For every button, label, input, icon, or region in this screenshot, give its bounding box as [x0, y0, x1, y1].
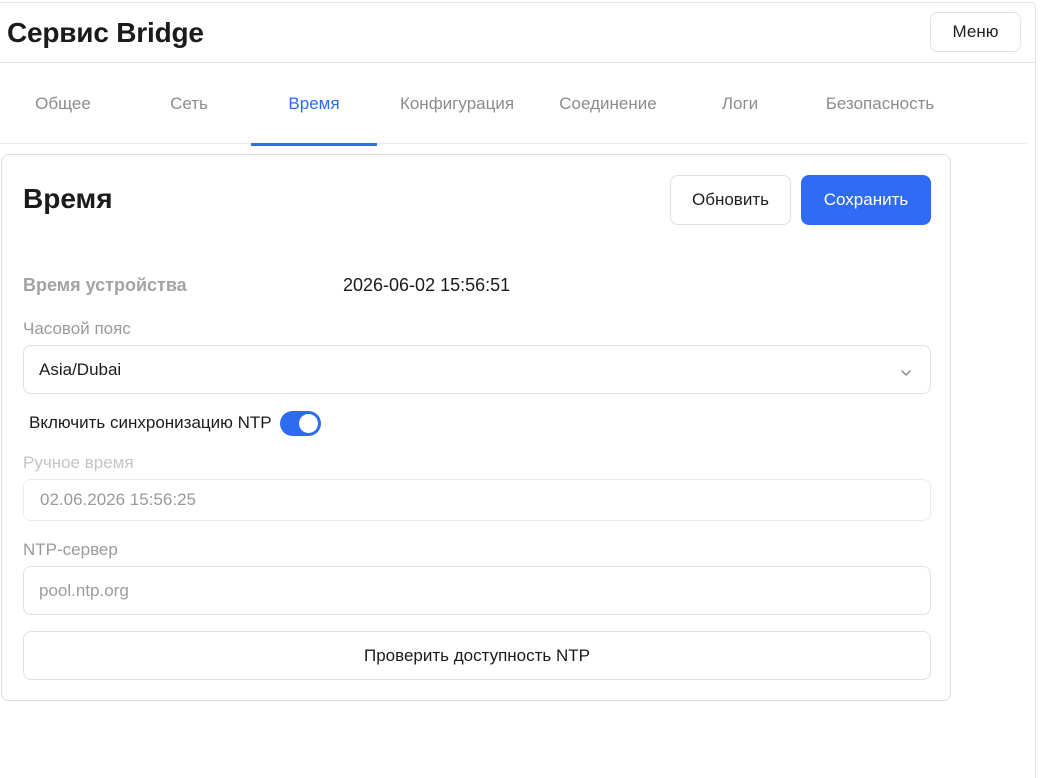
timezone-value: Asia/Dubai: [39, 359, 122, 379]
toggle-knob: [298, 413, 318, 433]
tab-configuration[interactable]: Конфигурация: [394, 64, 520, 144]
tab-bar: Общее Сеть Время Конфигурация Соединение…: [0, 64, 1027, 146]
tab-connection[interactable]: Соединение: [545, 64, 671, 144]
tab-general[interactable]: Общее: [0, 64, 126, 144]
device-time-value: 2026-06-02 15:56:51: [343, 275, 511, 295]
ntp-server-label: NTP-сервер: [23, 540, 118, 559]
save-button[interactable]: Сохранить: [801, 175, 931, 225]
app-title: Сервис Bridge: [7, 17, 204, 48]
time-settings-card: Время Обновить Сохранить Время устройств…: [1, 154, 951, 701]
tab-network[interactable]: Сеть: [126, 64, 252, 144]
ntp-server-input[interactable]: [23, 566, 931, 615]
tab-security[interactable]: Безопасность: [817, 64, 943, 144]
check-ntp-button[interactable]: Проверить доступность NTP: [23, 631, 931, 680]
chevron-down-icon: [900, 364, 912, 376]
manual-time-input[interactable]: [23, 479, 931, 521]
menu-button[interactable]: Меню: [930, 12, 1021, 52]
ntp-sync-label: Включить синхронизацию NTP: [29, 413, 272, 432]
timezone-label: Часовой пояс: [23, 319, 131, 338]
manual-time-label: Ручное время: [23, 453, 134, 472]
timezone-select[interactable]: Asia/Dubai: [23, 345, 931, 394]
ntp-sync-row: Включить синхронизацию NTP: [29, 410, 321, 436]
top-bar: Сервис Bridge Меню: [0, 3, 1035, 63]
tab-logs[interactable]: Логи: [677, 64, 803, 144]
tab-time[interactable]: Время: [251, 64, 377, 146]
card-title: Время: [23, 183, 113, 214]
refresh-button[interactable]: Обновить: [670, 175, 791, 225]
device-time-label: Время устройства: [23, 275, 187, 295]
ntp-sync-toggle[interactable]: [279, 410, 321, 436]
